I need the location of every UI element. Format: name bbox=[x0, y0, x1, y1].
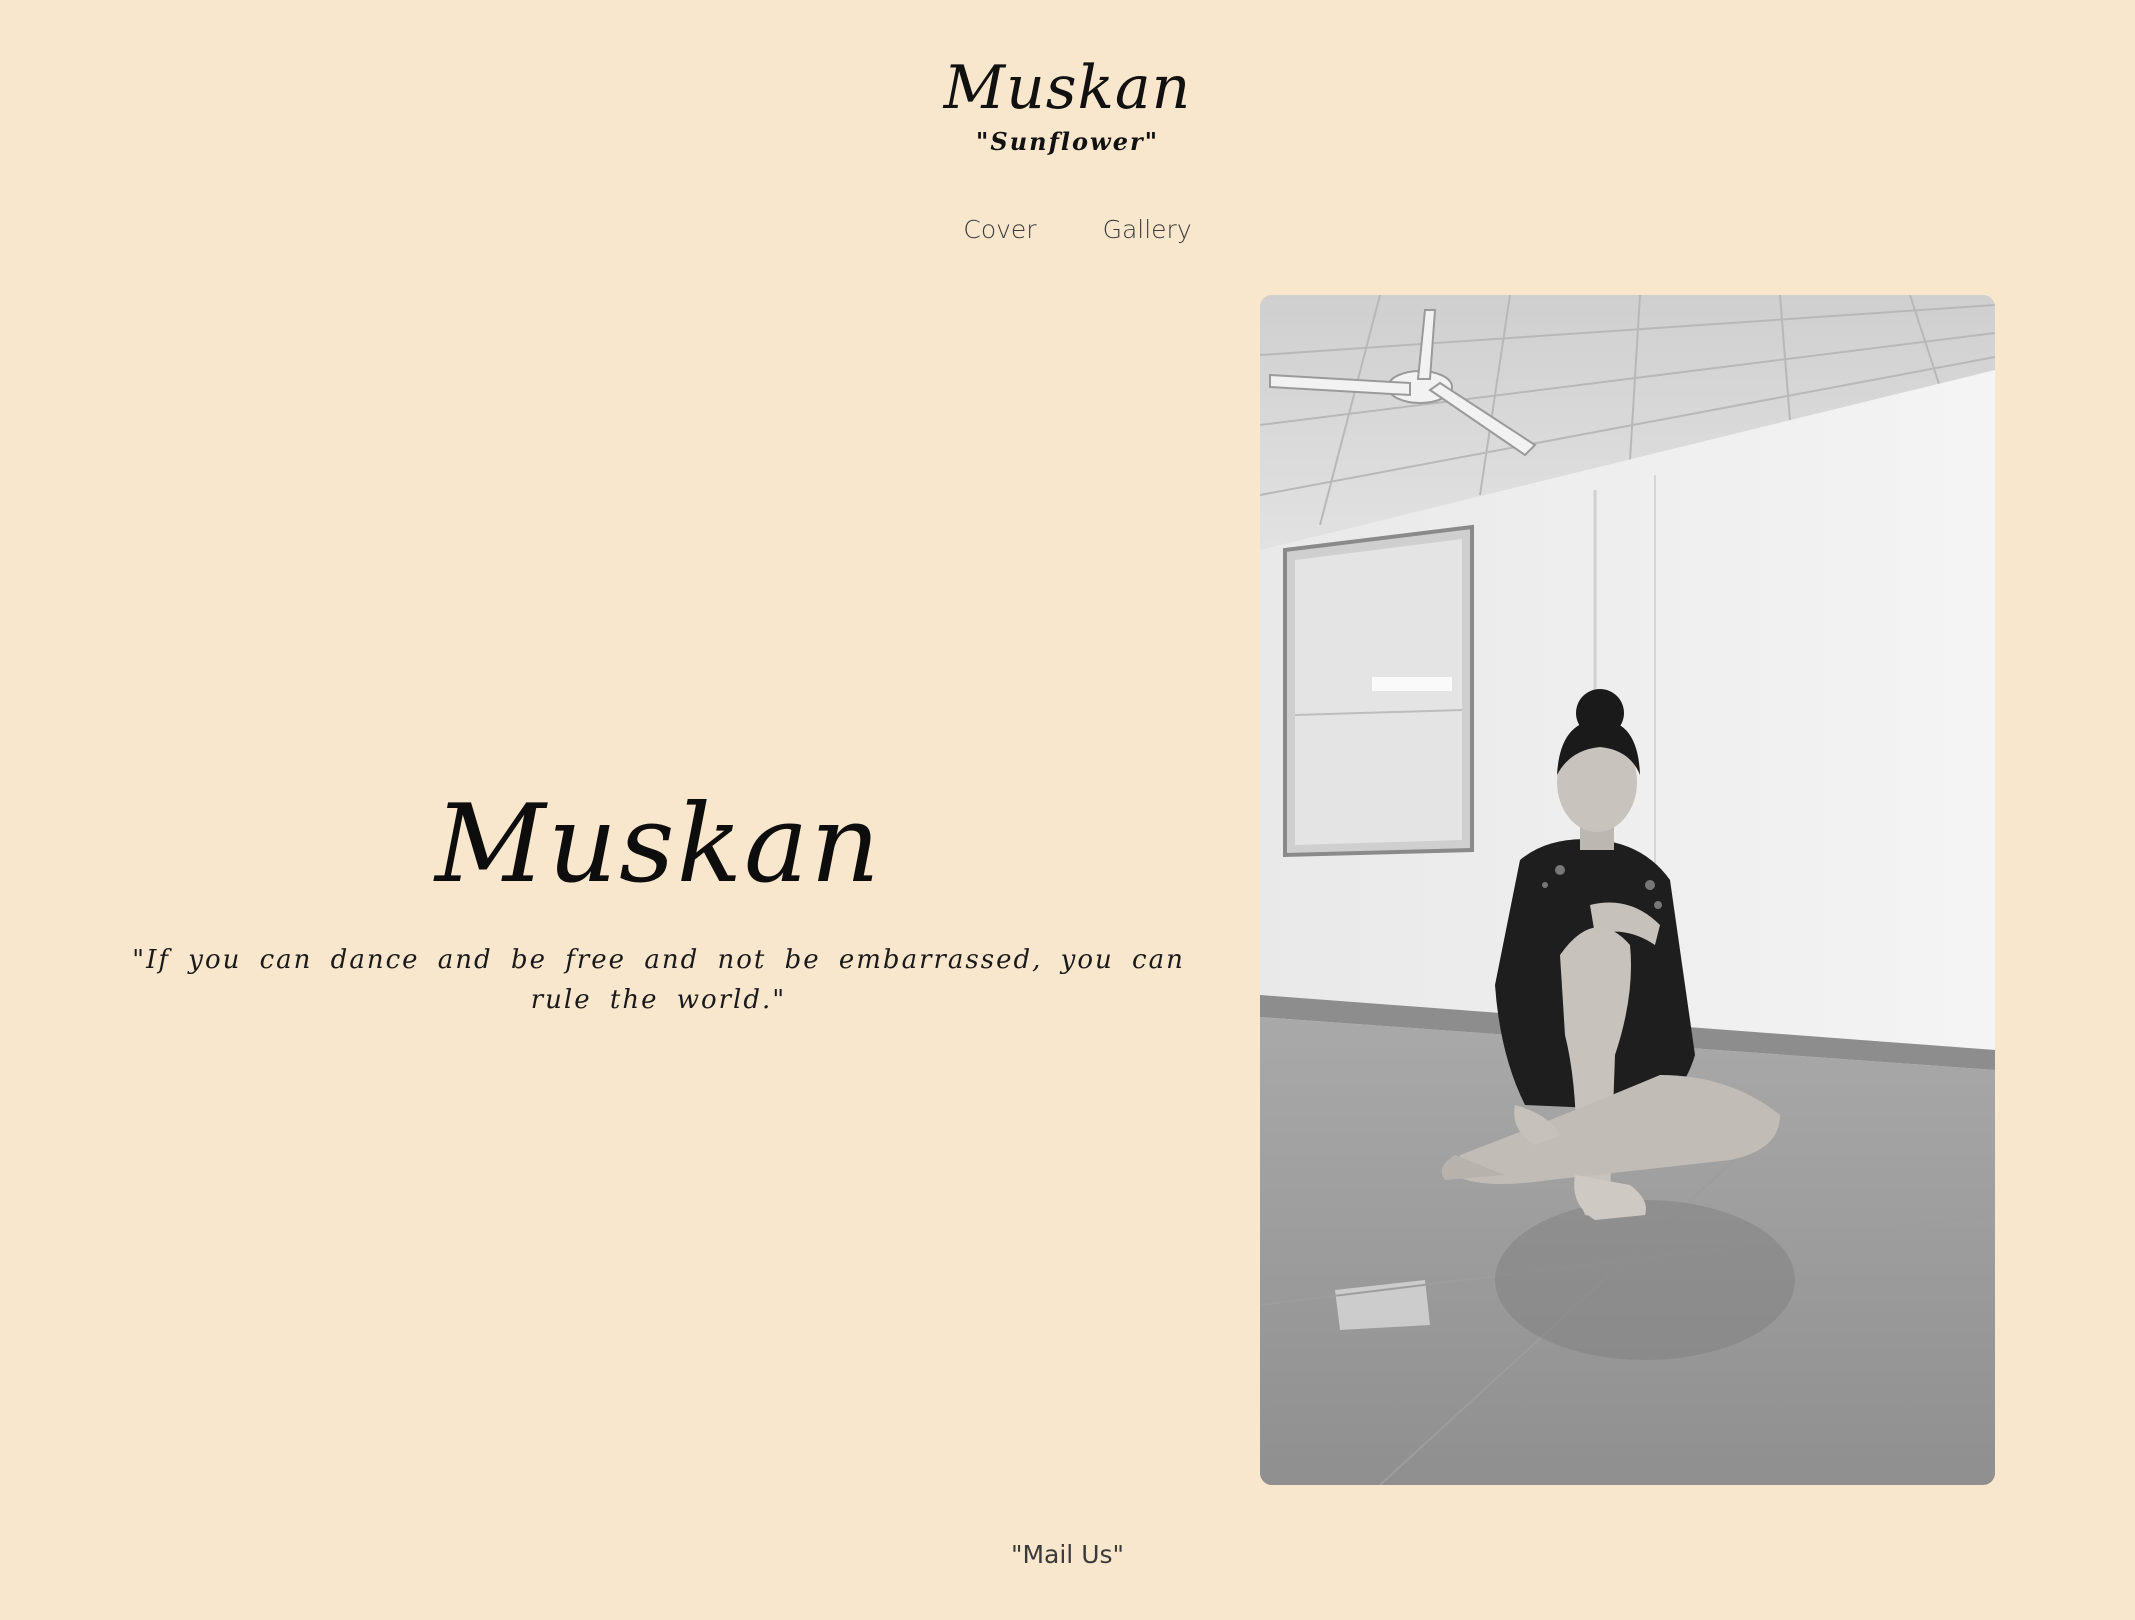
hero-name: Muskan bbox=[435, 782, 882, 907]
site-tagline: "Sunflower" bbox=[975, 127, 1160, 156]
nav-item-gallery[interactable]: Gallery bbox=[1103, 212, 1192, 248]
main-nav: Cover Gallery bbox=[0, 212, 2135, 248]
hero-quote: "If you can dance and be free and not be… bbox=[132, 945, 1185, 1015]
nav-item-cover[interactable]: Cover bbox=[963, 212, 1036, 248]
site-title[interactable]: Muskan bbox=[0, 48, 2135, 128]
hero-photo bbox=[1260, 295, 1995, 1485]
mail-us-link[interactable]: "Mail Us" bbox=[0, 1537, 2135, 1573]
